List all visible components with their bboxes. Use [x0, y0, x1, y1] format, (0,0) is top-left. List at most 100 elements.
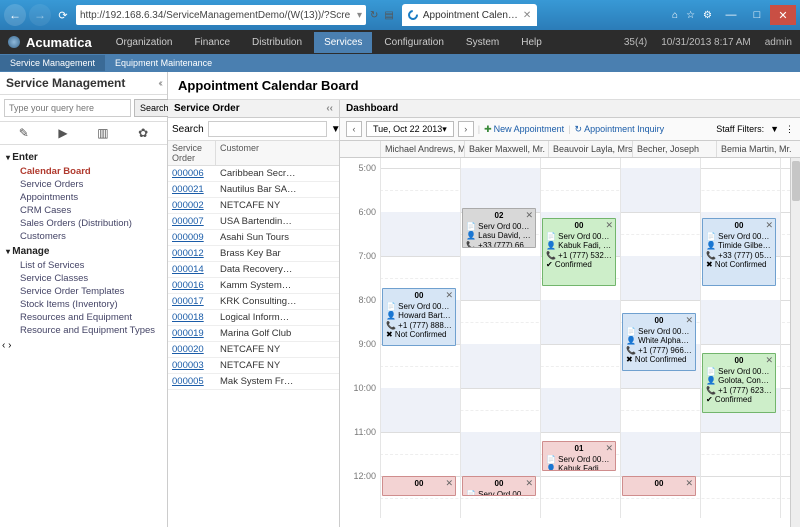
card-close-icon[interactable]: ✕ — [765, 220, 773, 231]
card-close-icon[interactable]: ✕ — [525, 478, 533, 489]
reload-button[interactable]: ⟳ — [54, 6, 72, 24]
appointment-inquiry-action[interactable]: ↻Appointment Inquiry — [575, 124, 665, 135]
new-appointment-action[interactable]: ✚New Appointment — [484, 124, 564, 135]
appointment-card[interactable]: ✕00📄 Serv Ord 000018 — [462, 476, 536, 496]
play-icon[interactable]: ▶ — [58, 126, 67, 140]
date-prev[interactable]: ‹ — [346, 121, 362, 137]
card-close-icon[interactable]: ✕ — [605, 220, 613, 231]
svc-order-link[interactable]: 000005 — [168, 374, 216, 389]
nav-distribution[interactable]: Distribution — [242, 32, 312, 53]
subnav-item[interactable]: Service Management — [0, 55, 105, 71]
svc-row[interactable]: 000020NETCAFE NY — [168, 342, 339, 358]
settings-icon[interactable]: ✿ — [138, 126, 148, 140]
svc-row[interactable]: 000018Logical Inform… — [168, 310, 339, 326]
tab-close-icon[interactable]: ✕ — [523, 10, 531, 21]
tree-node[interactable]: Calendar Board — [2, 165, 165, 178]
appointment-card[interactable]: ✕00 — [622, 476, 696, 496]
person-column-header[interactable]: Becher, Joseph — [632, 141, 716, 157]
appointment-card[interactable]: ✕01📄 Serv Ord 000005👤 Kabuk Fadi, Mr.📞 +… — [542, 441, 616, 471]
svc-order-link[interactable]: 000017 — [168, 294, 216, 309]
svc-row[interactable]: 000019Marina Golf Club — [168, 326, 339, 342]
tree-node[interactable]: CRM Cases — [2, 204, 165, 217]
svc-order-link[interactable]: 000006 — [168, 166, 216, 181]
tree-node[interactable]: Customers — [2, 230, 165, 243]
window-maximize[interactable]: □ — [744, 5, 770, 25]
tree-node[interactable]: List of Services — [2, 259, 165, 272]
svc-order-link[interactable]: 000009 — [168, 230, 216, 245]
nav-organization[interactable]: Organization — [106, 32, 183, 53]
svc-search-input[interactable] — [208, 121, 327, 137]
svc-col-customer[interactable]: Customer — [216, 141, 263, 165]
svc-row[interactable]: 000017KRK Consulting… — [168, 294, 339, 310]
tree-section[interactable]: Manage — [6, 246, 165, 257]
tree-scroll-left[interactable]: ‹ — [2, 340, 5, 351]
svc-row[interactable]: 000002NETCAFE NY — [168, 198, 339, 214]
svc-row[interactable]: 000021Nautilus Bar SA… — [168, 182, 339, 198]
tree-node[interactable]: Stock Items (Inventory) — [2, 298, 165, 311]
back-button[interactable]: ← — [4, 4, 26, 26]
panel-collapse-icon[interactable]: ‹‹ — [326, 103, 333, 114]
notification-count[interactable]: 35(4) — [624, 37, 647, 48]
tree-node[interactable]: Sales Orders (Distribution) — [2, 217, 165, 230]
svc-order-link[interactable]: 000018 — [168, 310, 216, 325]
gear-icon[interactable]: ⚙ — [703, 10, 712, 21]
home-icon[interactable]: ⌂ — [672, 10, 678, 21]
svc-order-link[interactable]: 000019 — [168, 326, 216, 341]
card-close-icon[interactable]: ✕ — [685, 315, 693, 326]
forward-button[interactable]: → — [29, 4, 51, 26]
date-picker[interactable]: Tue, Oct 22 2013 ▾ — [366, 121, 454, 137]
tree-section[interactable]: Enter — [6, 152, 165, 163]
nav-help[interactable]: Help — [511, 32, 552, 53]
svc-order-link[interactable]: 000007 — [168, 214, 216, 229]
card-close-icon[interactable]: ✕ — [445, 478, 453, 489]
svc-row[interactable]: 000014Data Recovery… — [168, 262, 339, 278]
svc-row[interactable]: 000005Mak System Fr… — [168, 374, 339, 390]
staff-filter-more-icon[interactable]: ⋮ — [785, 124, 794, 135]
svc-row[interactable]: 000009Asahi Sun Tours — [168, 230, 339, 246]
url-dropdown-icon[interactable]: ▾ — [357, 10, 362, 21]
svc-order-link[interactable]: 000016 — [168, 278, 216, 293]
nav-configuration[interactable]: Configuration — [374, 32, 453, 53]
vertical-scrollbar[interactable] — [790, 141, 800, 527]
svc-order-link[interactable]: 000012 — [168, 246, 216, 261]
appointment-card[interactable]: ✕00📄 Serv Ord 000001👤 Kabuk Fadi, Mr.📞 +… — [542, 218, 616, 286]
page-action-icon[interactable]: ▤ — [384, 10, 393, 21]
person-column-header[interactable]: Baker Maxwell, Mr. — [464, 141, 548, 157]
tree-node[interactable]: Appointments — [2, 191, 165, 204]
nav-services[interactable]: Services — [314, 32, 372, 53]
tree-node[interactable]: Service Classes — [2, 272, 165, 285]
svc-order-link[interactable]: 000003 — [168, 358, 216, 373]
tree-node[interactable]: Service Orders — [2, 178, 165, 191]
card-close-icon[interactable]: ✕ — [765, 355, 773, 366]
subnav-item[interactable]: Equipment Maintenance — [105, 55, 222, 71]
sidebar-collapse-icon[interactable]: ‹‹ — [158, 78, 161, 89]
svc-col-order[interactable]: Service Order — [168, 141, 216, 165]
browser-tab[interactable]: Appointment Calen… ✕ — [402, 4, 537, 26]
svc-order-link[interactable]: 000020 — [168, 342, 216, 357]
appointment-card[interactable]: ✕02📄 Serv Ord 000004👤 Lasu David, Mr.📞 +… — [462, 208, 536, 248]
window-minimize[interactable]: — — [718, 5, 744, 25]
appointment-card[interactable]: ✕00📄 Serv Ord 000010👤 Howard Bart, Mr.📞 … — [382, 288, 456, 346]
window-close[interactable]: ✕ — [770, 5, 796, 25]
appointment-card[interactable]: ✕00 — [382, 476, 456, 496]
card-close-icon[interactable]: ✕ — [445, 290, 453, 301]
appointment-card[interactable]: ✕00📄 Serv Ord 000008👤 Golota, Constantin… — [702, 353, 776, 413]
person-column-header[interactable]: Beauvoir Layla, Mrs. — [548, 141, 632, 157]
svc-row[interactable]: 000007USA Bartendin… — [168, 214, 339, 230]
svc-row[interactable]: 000016Kamm System… — [168, 278, 339, 294]
nav-finance[interactable]: Finance — [184, 32, 240, 53]
chart-icon[interactable]: ▥ — [97, 126, 108, 140]
user-name[interactable]: admin — [765, 37, 792, 48]
star-icon[interactable]: ☆ — [686, 10, 695, 21]
tree-scroll-right[interactable]: › — [8, 340, 11, 351]
staff-filter-icon[interactable]: ▼ — [770, 124, 779, 134]
svc-order-link[interactable]: 000002 — [168, 198, 216, 213]
card-close-icon[interactable]: ✕ — [685, 478, 693, 489]
tree-node[interactable]: Resource and Equipment Types — [2, 324, 165, 336]
svc-order-link[interactable]: 000021 — [168, 182, 216, 197]
svc-order-link[interactable]: 000014 — [168, 262, 216, 277]
sidebar-search-input[interactable] — [4, 99, 131, 117]
brand[interactable]: Acumatica — [8, 35, 92, 50]
svc-row[interactable]: 000003NETCAFE NY — [168, 358, 339, 374]
card-close-icon[interactable]: ✕ — [605, 443, 613, 454]
